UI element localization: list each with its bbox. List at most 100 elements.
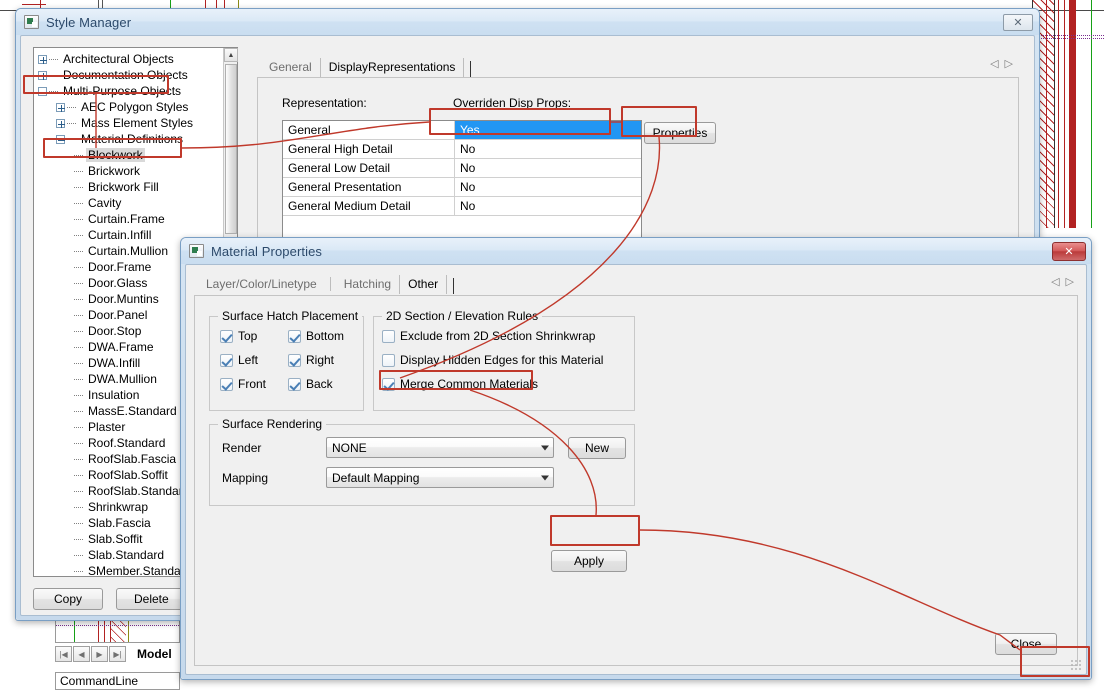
checkbox-back[interactable]: Back bbox=[288, 377, 333, 391]
checkbox-icon[interactable] bbox=[382, 353, 395, 367]
checkbox-exclude-from-2d-section-shrinkwrap[interactable]: Exclude from 2D Section Shrinkwrap bbox=[382, 329, 595, 343]
table-row[interactable]: General Presentation No bbox=[283, 178, 641, 197]
tree-connector-icon bbox=[74, 170, 83, 172]
cad-dotted-line bbox=[1032, 35, 1104, 36]
tree-item-label: Cavity bbox=[88, 196, 122, 210]
model-tab[interactable]: Model bbox=[131, 647, 178, 661]
checkbox-icon[interactable] bbox=[220, 329, 233, 343]
copy-button[interactable]: Copy bbox=[33, 588, 103, 610]
checkbox-icon[interactable] bbox=[220, 353, 233, 367]
surface-hatch-placement-group: Surface Hatch Placement Top Bottom Left Rig… bbox=[209, 309, 364, 411]
expand-icon[interactable] bbox=[38, 54, 47, 64]
tab-general[interactable]: General bbox=[261, 58, 320, 77]
nav-next-button[interactable]: ▶ bbox=[91, 646, 108, 662]
checkbox-icon[interactable] bbox=[382, 329, 395, 343]
expand-icon[interactable] bbox=[56, 118, 65, 128]
checkbox-icon[interactable] bbox=[220, 377, 233, 391]
nav-first-button[interactable]: |◀ bbox=[55, 646, 72, 662]
collapse-icon[interactable] bbox=[38, 86, 47, 96]
render-value: NONE bbox=[332, 440, 367, 455]
surface-hatch-placement-title: Surface Hatch Placement bbox=[218, 309, 363, 323]
table-row[interactable]: General Low Detail No bbox=[283, 159, 641, 178]
tree-item-label: Curtain.Mullion bbox=[88, 244, 169, 258]
tree-connector-icon bbox=[74, 458, 83, 460]
checkbox-icon[interactable] bbox=[288, 377, 301, 391]
close-icon[interactable]: ✕ bbox=[1003, 14, 1033, 31]
checkbox-icon[interactable] bbox=[288, 329, 301, 343]
tab-next-icon[interactable]: ▷ bbox=[1066, 275, 1074, 288]
material-properties-titlebar[interactable]: Material Properties bbox=[181, 238, 1091, 264]
tree-item-label: Slab.Fascia bbox=[88, 516, 151, 530]
new-render-button[interactable]: New bbox=[568, 437, 626, 459]
tab-layer-color-linetype[interactable]: Layer/Color/Linetype bbox=[198, 275, 325, 294]
table-row[interactable]: General High Detail No bbox=[283, 140, 641, 159]
material-properties-body: Layer/Color/Linetype Hatching Other ◁ ▷ Su… bbox=[185, 264, 1087, 675]
checkbox-merge-common-materials[interactable]: Merge Common Materials bbox=[382, 377, 538, 391]
tree-item[interactable]: Curtain.Frame bbox=[38, 211, 223, 227]
scroll-up-icon[interactable]: ▲ bbox=[224, 48, 238, 62]
material-properties-window[interactable]: Material Properties ✕ Layer/Color/Linety… bbox=[180, 237, 1092, 680]
expand-icon[interactable] bbox=[38, 70, 47, 80]
tab-next-icon[interactable]: ▷ bbox=[1005, 57, 1013, 70]
checkbox-left[interactable]: Left bbox=[220, 353, 258, 367]
tree-item[interactable]: Brickwork Fill bbox=[38, 179, 223, 195]
collapse-icon[interactable] bbox=[56, 134, 65, 144]
expand-icon[interactable] bbox=[56, 102, 65, 112]
tab-displayrepresentations[interactable]: DisplayRepresentations bbox=[319, 58, 465, 77]
delete-button[interactable]: Delete bbox=[116, 588, 187, 610]
tree-item-label: AEC Polygon Styles bbox=[81, 100, 189, 114]
tree-connector-icon bbox=[74, 362, 83, 364]
tab-prev-icon[interactable]: ◁ bbox=[990, 57, 998, 70]
overriden-cell: No bbox=[460, 180, 476, 194]
checkbox-right[interactable]: Right bbox=[288, 353, 334, 367]
tree-item[interactable]: Mass Element Styles bbox=[38, 115, 223, 131]
close-icon[interactable]: ✕ bbox=[1052, 242, 1086, 261]
apply-button[interactable]: Apply bbox=[551, 550, 627, 572]
style-manager-tabs[interactable]: General DisplayRepresentations bbox=[261, 55, 1015, 77]
tree-item[interactable]: Architectural Objects bbox=[38, 51, 223, 67]
properties-button[interactable]: Properties bbox=[644, 122, 716, 144]
tab-other[interactable]: Other bbox=[399, 275, 448, 294]
tree-item[interactable]: Documentation Objects bbox=[38, 67, 223, 83]
tree-item[interactable]: Material Definitions bbox=[38, 131, 223, 147]
table-row[interactable]: General Medium Detail No bbox=[283, 197, 641, 216]
render-select[interactable]: NONE bbox=[326, 437, 554, 458]
tree-item[interactable]: Blockwork bbox=[38, 147, 223, 163]
tree-connector-icon bbox=[74, 410, 83, 412]
nav-last-button[interactable]: ▶| bbox=[109, 646, 126, 662]
tree-connector-icon bbox=[74, 154, 83, 156]
nav-prev-button[interactable]: ◀ bbox=[73, 646, 90, 662]
checkbox-bottom[interactable]: Bottom bbox=[288, 329, 344, 343]
table-row[interactable]: General Yes bbox=[283, 121, 641, 140]
mapping-select[interactable]: Default Mapping bbox=[326, 467, 554, 488]
scrollbar-thumb[interactable] bbox=[225, 64, 237, 234]
style-manager-tab-nav[interactable]: ◁ ▷ bbox=[990, 57, 1013, 70]
checkbox-top[interactable]: Top bbox=[220, 329, 257, 343]
tree-item-label: Door.Frame bbox=[88, 260, 152, 274]
tree-item[interactable]: Cavity bbox=[38, 195, 223, 211]
close-button[interactable]: Close bbox=[995, 633, 1057, 655]
material-tab-nav[interactable]: ◁ ▷ bbox=[1051, 275, 1074, 288]
tree-item[interactable]: Multi-Purpose Objects bbox=[38, 83, 223, 99]
tree-connector-icon bbox=[74, 378, 83, 380]
checkbox-label: Back bbox=[306, 377, 333, 391]
tab-prev-icon[interactable]: ◁ bbox=[1051, 275, 1059, 288]
style-manager-titlebar[interactable]: Style Manager bbox=[16, 9, 1039, 35]
model-tab-bar[interactable]: |◀ ◀ ▶ ▶| Model bbox=[55, 645, 185, 663]
checkbox-icon[interactable] bbox=[288, 353, 301, 367]
checkbox-icon[interactable] bbox=[382, 377, 395, 391]
tab-hatching[interactable]: Hatching bbox=[336, 275, 399, 294]
resize-grip[interactable] bbox=[1070, 659, 1082, 671]
material-properties-title: Material Properties bbox=[211, 243, 322, 259]
command-line[interactable]: CommandLine bbox=[55, 672, 180, 690]
checkbox-front[interactable]: Front bbox=[220, 377, 266, 391]
material-properties-tabs[interactable]: Layer/Color/Linetype Hatching Other bbox=[198, 272, 455, 294]
checkbox-display-hidden-edges-for-this-material[interactable]: Display Hidden Edges for this Material bbox=[382, 353, 603, 367]
tree-item[interactable]: Brickwork bbox=[38, 163, 223, 179]
tree-item-label: Mass Element Styles bbox=[81, 116, 194, 130]
tree-item-label: SMember.Standard bbox=[88, 564, 192, 576]
tree-connector-icon bbox=[74, 474, 83, 476]
tree-item[interactable]: AEC Polygon Styles bbox=[38, 99, 223, 115]
tree-connector-icon bbox=[74, 538, 83, 540]
tree-connector-icon bbox=[74, 554, 83, 556]
